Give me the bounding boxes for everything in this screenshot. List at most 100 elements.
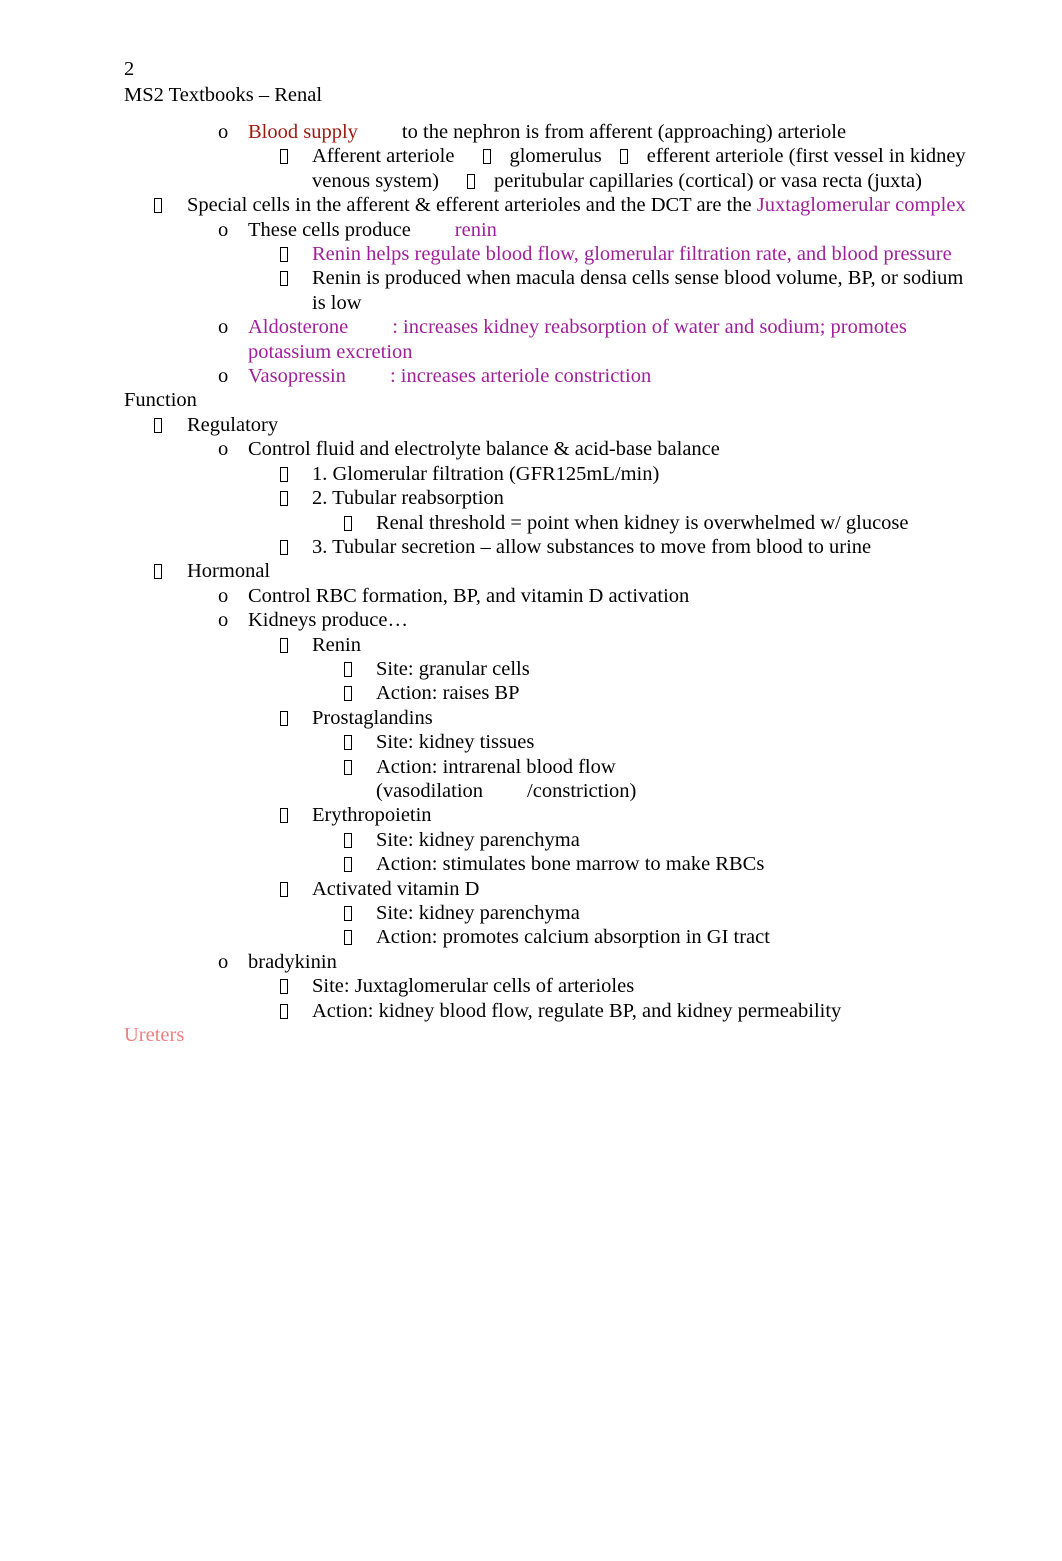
renin-action-text: Action: raises BP <box>376 682 520 705</box>
step-1-text: 1. Glomerular filtration (GFR125mL/min) <box>312 462 660 485</box>
bullet-circle: o <box>218 218 229 241</box>
bullet-box-icon <box>344 901 376 925</box>
term-juxtaglomerular-complex: Juxtaglomerular complex <box>756 194 966 217</box>
bullet-box-icon <box>154 559 186 583</box>
bullet-circle: o <box>218 584 229 607</box>
bullet-box-icon <box>154 193 186 217</box>
vasopressin-definition: : increases arteriole constriction <box>389 365 652 388</box>
bullet-box-icon <box>280 877 312 901</box>
list-item-blood-supply: o Blood supply to the nephron is from aff… <box>218 120 966 144</box>
bullet-box-icon <box>280 266 312 290</box>
hormonal-label: Hormonal <box>187 560 271 583</box>
list-item-bradykinin-action: Action: kidney blood flow, regulate BP, … <box>280 999 966 1023</box>
bullet-box-icon <box>280 144 312 168</box>
these-cells-produce-text: These cells produce <box>248 218 411 241</box>
chain-part-peritubular: peritubular capillaries (cortical) or va… <box>493 169 922 192</box>
term-vasopressin: Vasopressin <box>248 365 346 388</box>
bullet-box-icon <box>280 999 312 1023</box>
vitamin-d-action-text: Action: promotes calcium absorption in G… <box>376 926 770 949</box>
prostaglandins-name: Prostaglandins <box>312 706 433 729</box>
bullet-box-icon <box>344 828 376 852</box>
chain-part-glomerulus: glomerulus <box>509 145 602 168</box>
bullet-box-icon <box>280 974 312 998</box>
bullet-box-icon <box>280 486 312 510</box>
list-item-renin-produced: Renin is produced when macula densa cell… <box>280 266 966 315</box>
prostaglandins-action-text: Action: intrarenal blood flow <box>376 755 616 778</box>
list-item-aldosterone: o Aldosterone: increases kidney reabsorp… <box>218 315 966 364</box>
renal-threshold-text: Renal threshold = point when kidney is o… <box>376 511 909 534</box>
bullet-circle: o <box>218 365 229 388</box>
bullet-box-icon <box>344 657 376 681</box>
bullet-box-icon <box>280 633 312 657</box>
list-item-these-cells-produce: o These cells produce renin <box>218 218 966 242</box>
bullet-circle: o <box>218 121 229 143</box>
bullet-box-icon <box>344 511 376 535</box>
renin-site-text: Site: granular cells <box>376 657 530 680</box>
erythropoietin-site-text: Site: kidney parenchyma <box>376 828 580 851</box>
section-heading-ureters: Ureters <box>124 1024 185 1047</box>
bullet-box-icon <box>344 755 376 779</box>
prostaglandins-site-text: Site: kidney tissues <box>376 731 535 754</box>
list-item-renal-threshold: Renal threshold = point when kidney is o… <box>344 511 966 535</box>
step-2-text: 2. Tubular reabsorption <box>312 487 504 510</box>
activated-vitamin-d-name: Activated vitamin D <box>312 877 480 900</box>
arrow-glyph-icon <box>467 173 476 189</box>
list-item-regulatory: Regulatory <box>154 413 966 437</box>
list-item-erythropoietin-action: Action: stimulates bone marrow to make R… <box>344 852 966 876</box>
bradykinin-name: bradykinin <box>248 950 337 973</box>
erythropoietin-name: Erythropoietin <box>312 804 432 827</box>
document-title: MS2 Textbooks – Renal <box>124 84 323 106</box>
bullet-box-icon <box>280 242 312 266</box>
bullet-circle: o <box>218 950 229 973</box>
bradykinin-site-text: Site: Juxtaglomerular cells of arteriole… <box>312 975 635 998</box>
bullet-circle: o <box>218 316 229 339</box>
list-item-step-2: 2. Tubular reabsorption <box>280 486 966 510</box>
list-item-bradykinin: o bradykinin <box>218 950 966 974</box>
regulatory-label: Regulatory <box>187 413 279 436</box>
hormone-renin-name: Renin <box>312 633 361 656</box>
prostaglandins-paren-close: /constriction) <box>527 779 637 802</box>
prostaglandins-paren-open: (vasodilation <box>376 779 484 802</box>
term-aldosterone: Aldosterone <box>248 316 349 339</box>
special-cells-text: Special cells in the afferent & efferent… <box>187 194 752 217</box>
list-item-hormonal: Hormonal <box>154 559 966 583</box>
renin-helps-text: Renin helps regulate blood flow, glomeru… <box>312 243 952 266</box>
bullet-box-icon <box>154 413 186 437</box>
list-item-vasopressin: o Vasopressin : increases arteriole const… <box>218 364 966 388</box>
term-blood-supply: Blood supply <box>248 121 358 143</box>
chain-part-afferent: Afferent arteriole <box>312 145 455 168</box>
list-item-step-3: 3. Tubular secretion – allow substances … <box>280 535 966 559</box>
section-heading-function: Function <box>124 389 197 412</box>
bullet-box-icon <box>280 706 312 730</box>
list-item-renin-helps: Renin helps regulate blood flow, glomeru… <box>280 242 966 266</box>
bullet-box-icon <box>280 535 312 559</box>
erythropoietin-action-text: Action: stimulates bone marrow to make R… <box>376 853 765 876</box>
list-item-erythropoietin: Erythropoietin <box>280 803 966 827</box>
list-item-vitamin-d-site: Site: kidney parenchyma <box>344 901 966 925</box>
list-item-vitamin-d-action: Action: promotes calcium absorption in G… <box>344 925 966 949</box>
list-item-renin-action: Action: raises BP <box>344 681 966 705</box>
bradykinin-action-text: Action: kidney blood flow, regulate BP, … <box>312 999 842 1022</box>
list-item-hormone-renin: Renin <box>280 633 966 657</box>
list-item-activated-vitamin-d: Activated vitamin D <box>280 877 966 901</box>
document-header: 2 MS2 Textbooks – Renal <box>124 56 966 108</box>
step-3-text: 3. Tubular secretion – allow substances … <box>312 535 872 558</box>
bullet-box-icon <box>344 730 376 754</box>
list-item-step-1: 1. Glomerular filtration (GFR125mL/min) <box>280 462 966 486</box>
list-item-erythropoietin-site: Site: kidney parenchyma <box>344 828 966 852</box>
control-fluid-text: Control fluid and electrolyte balance & … <box>248 438 720 461</box>
list-item-prostaglandins-action: Action: intrarenal blood flow (vasodilat… <box>344 755 966 804</box>
list-item-afferent-chain: Afferent arteriole glomerulus efferent art… <box>280 144 966 193</box>
list-item-control-rbc: o Control RBC formation, BP, and vitamin… <box>218 584 966 608</box>
list-item-bradykinin-site: Site: Juxtaglomerular cells of arteriole… <box>280 974 966 998</box>
bullet-box-icon <box>280 803 312 827</box>
blood-supply-description: to the nephron is from afferent (approac… <box>401 121 847 143</box>
arrow-glyph-icon <box>620 149 629 165</box>
document-page: 2 MS2 Textbooks – Renal o Blood supply to… <box>0 0 1062 1561</box>
vitamin-d-site-text: Site: kidney parenchyma <box>376 902 580 924</box>
list-item-kidneys-produce: o Kidneys produce… <box>218 608 966 632</box>
list-item-special-cells: Special cells in the afferent & efferent… <box>154 193 966 217</box>
term-renin: renin <box>454 218 497 241</box>
list-item-prostaglandins-site: Site: kidney tissues <box>344 730 966 754</box>
control-rbc-text: Control RBC formation, BP, and vitamin D… <box>248 584 690 607</box>
